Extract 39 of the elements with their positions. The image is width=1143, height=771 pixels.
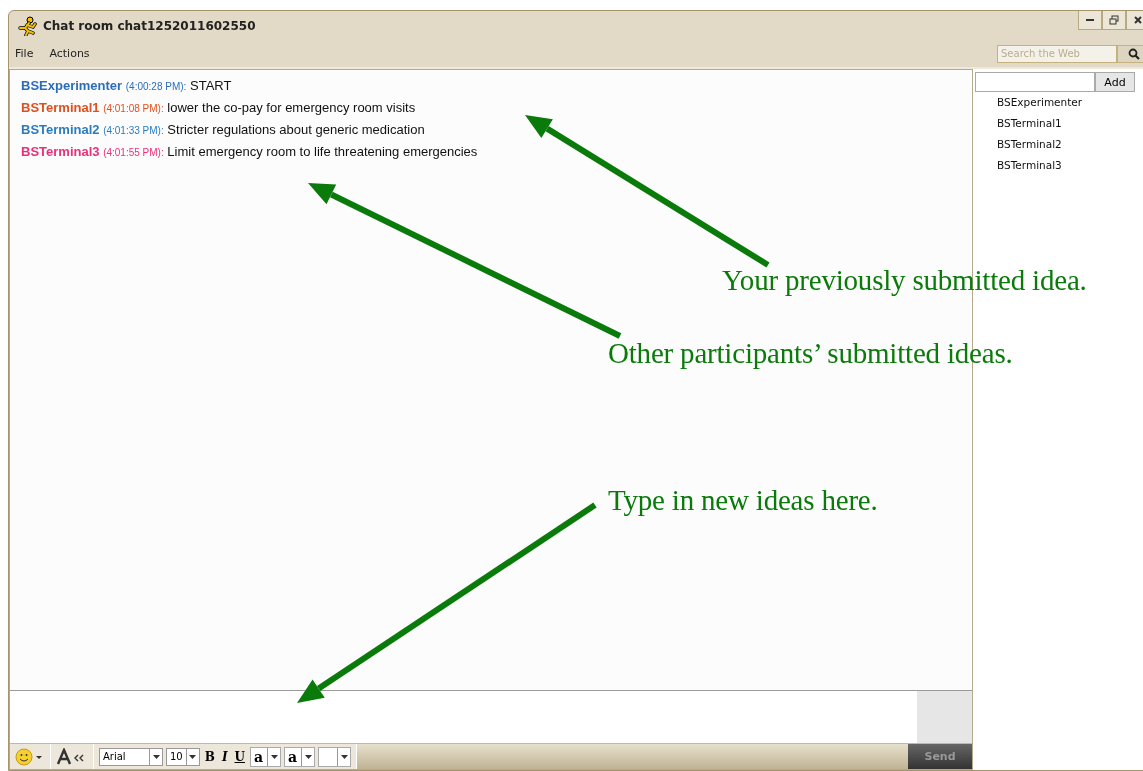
smiley-icon[interactable] [15, 747, 45, 766]
search-field[interactable]: Search the Web [997, 44, 1117, 63]
participant-name[interactable]: BSExperimenter [997, 92, 1143, 113]
format-button[interactable]: I [219, 749, 230, 764]
participant-name[interactable]: BSTerminal1 [997, 113, 1143, 134]
chat-message: BSExperimenter (4:00:28 PM): START [21, 77, 233, 95]
search-icon [1127, 47, 1140, 60]
format-button[interactable]: U [232, 749, 247, 764]
restore-icon [1109, 15, 1119, 25]
participant-name[interactable]: BSTerminal2 [997, 134, 1143, 155]
caret-icon [270, 754, 278, 759]
running-figure-icon [17, 15, 37, 36]
format-button[interactable]: B [202, 749, 217, 764]
minimize-button[interactable] [1078, 11, 1102, 30]
size-select[interactable]: 10 [166, 747, 200, 766]
restore-button[interactable] [1102, 11, 1126, 30]
color-button[interactable]: a [250, 746, 282, 767]
color-button[interactable]: a [284, 746, 316, 767]
menu-item[interactable]: Actions [49, 47, 90, 60]
font-select[interactable]: Arial [99, 747, 163, 766]
annotation-label: Other participants’ submitted ideas. [608, 337, 1013, 370]
add-field[interactable] [975, 72, 1095, 92]
menu-item[interactable]: File [15, 47, 34, 60]
chat-message: BSTerminal2 (4:01:33 PM): Stricter regulations about generic medication [21, 121, 426, 139]
chat-message: BSTerminal3 (4:01:55 PM): Limit emergency room to life threatening emergencies [21, 143, 479, 161]
window-title: Chat room chat1252011602550 [43, 18, 256, 33]
color-button[interactable] [318, 746, 352, 767]
add-button[interactable]: Add [1095, 72, 1135, 92]
close-button[interactable] [1126, 11, 1143, 30]
search-button[interactable] [1117, 44, 1143, 63]
annotation-label: Type in new ideas here. [608, 484, 878, 517]
annotation-label: Your previously submitted idea. [722, 264, 1087, 297]
participant-name[interactable]: BSTerminal3 [997, 155, 1143, 176]
chat-message: BSTerminal1 (4:01:08 PM): lower the co-pay for emergency room visits [21, 99, 417, 117]
caret-icon [152, 754, 160, 759]
caret-icon [304, 754, 312, 759]
caret-icon [340, 754, 348, 759]
close-icon [1133, 15, 1143, 25]
caret-icon [189, 754, 197, 759]
